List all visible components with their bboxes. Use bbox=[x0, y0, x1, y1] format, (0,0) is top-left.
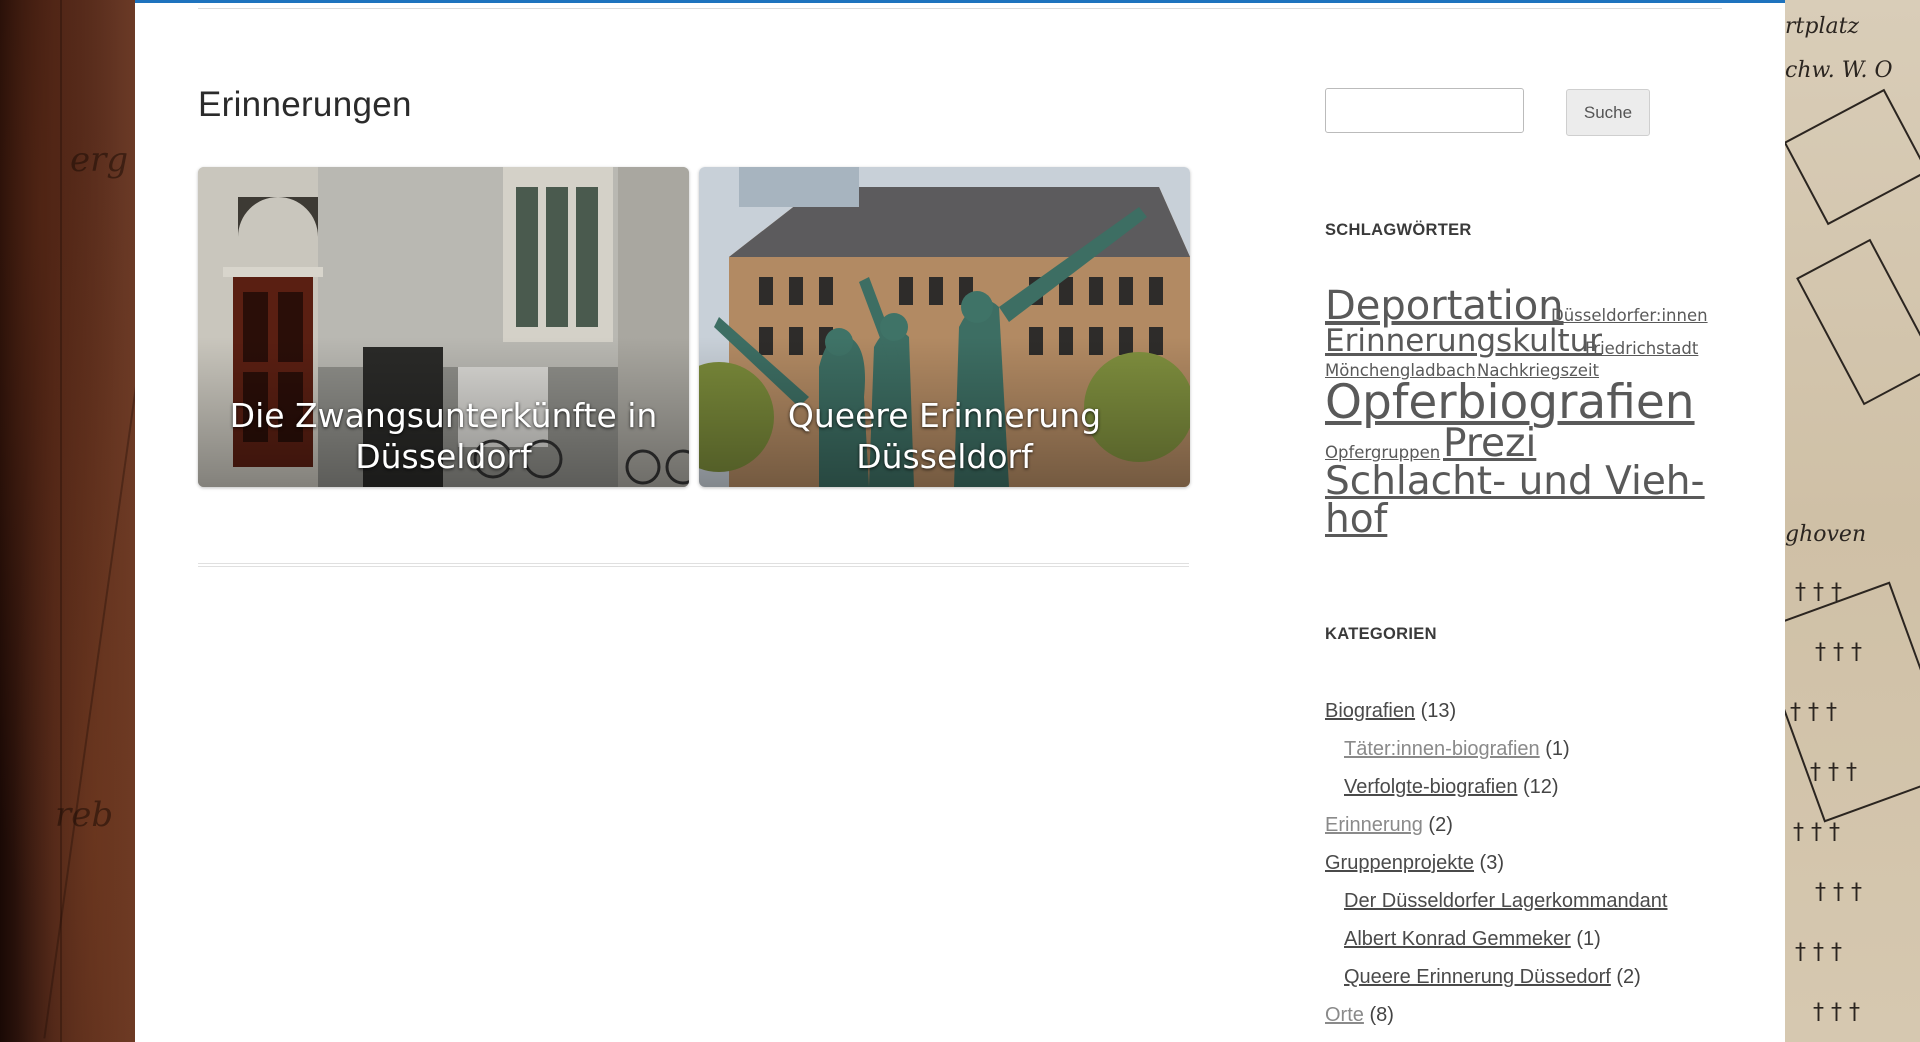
category-item: Täter:innen-biografien (1) bbox=[1344, 738, 1570, 761]
page-title: Erinnerungen bbox=[198, 85, 412, 124]
search-button[interactable]: Suche bbox=[1566, 89, 1650, 136]
category-count: (2) bbox=[1428, 814, 1453, 836]
map-cross: † † † bbox=[1795, 580, 1842, 605]
category-link-biografien[interactable]: Biografien bbox=[1325, 700, 1415, 722]
tag-link[interactable]: hof bbox=[1325, 497, 1387, 542]
category-count: (8) bbox=[1369, 1004, 1394, 1026]
tag-link[interactable]: Friedrichstadt bbox=[1585, 339, 1698, 358]
map-cross: † † † bbox=[1795, 940, 1842, 965]
map-cross: † † † bbox=[1815, 880, 1862, 905]
category-link-gemmeker[interactable]: Albert Konrad Gemmeker bbox=[1344, 928, 1571, 950]
category-link-lagerkommandant[interactable]: Der Düsseldorfer Lagerkommandant bbox=[1344, 890, 1668, 912]
category-item: Verfolgte-biografien (12) bbox=[1344, 776, 1559, 799]
category-item: Erinnerung (2) bbox=[1325, 814, 1453, 837]
category-count: (12) bbox=[1523, 776, 1559, 798]
map-label: reb bbox=[55, 795, 114, 835]
search-input[interactable] bbox=[1325, 88, 1524, 133]
caption-line: Queere Erinnerung bbox=[787, 396, 1102, 435]
map-label: chw. W. O bbox=[1785, 58, 1893, 83]
category-item: Gruppenprojekte (3) bbox=[1325, 852, 1504, 875]
map-cross: † † † bbox=[1815, 640, 1862, 665]
category-count: (1) bbox=[1545, 738, 1570, 760]
category-link-queere-erinnerung[interactable]: Queere Erinnerung Düssedorf bbox=[1344, 966, 1611, 988]
category-count: (13) bbox=[1420, 700, 1457, 722]
map-label: rtplatz bbox=[1785, 14, 1860, 39]
map-plot bbox=[1785, 88, 1920, 226]
card-caption: Queere Erinnerung Düsseldorf bbox=[699, 395, 1190, 477]
category-item: Queere Erinnerung Düssedorf (2) bbox=[1344, 966, 1641, 989]
card-caption: Die Zwangsunterkünfte in Düsseldorf bbox=[198, 395, 689, 477]
post-card-zwangsunterkuenfte[interactable]: Die Zwangsunterkünfte in Düsseldorf bbox=[198, 167, 689, 487]
caption-line: Düsseldorf bbox=[856, 437, 1033, 476]
category-link-erinnerung[interactable]: Erinnerung bbox=[1325, 814, 1423, 836]
page-container: Erinnerungen Die Zwangsunterkünfte in Dü… bbox=[135, 0, 1785, 1042]
map-line bbox=[43, 303, 135, 1039]
category-link-taeter-biografien[interactable]: Täter:innen-biografien bbox=[1344, 738, 1540, 760]
category-item: Albert Konrad Gemmeker (1) bbox=[1344, 928, 1601, 951]
map-label: ghoven bbox=[1785, 522, 1867, 547]
background-map-left: erg reb bbox=[0, 0, 135, 1042]
background-map-right: rtplatz chw. W. O ghoven † † † † † † † †… bbox=[1785, 0, 1920, 1042]
category-link-verfolgte-biografien[interactable]: Verfolgte-biografien bbox=[1344, 776, 1517, 798]
category-link-gruppenprojekte[interactable]: Gruppenprojekte bbox=[1325, 852, 1474, 874]
top-divider bbox=[198, 8, 1722, 9]
category-count: (2) bbox=[1616, 966, 1641, 988]
map-label: erg bbox=[70, 140, 129, 180]
category-link-orte[interactable]: Orte bbox=[1325, 1004, 1364, 1026]
map-cross: † † † bbox=[1813, 1000, 1860, 1025]
category-item: Orte (8) bbox=[1325, 1004, 1394, 1027]
post-card-queere-erinnerung[interactable]: Queere Erinnerung Düsseldorf bbox=[699, 167, 1190, 487]
caption-line: Die Zwangsunterkünfte in bbox=[229, 396, 658, 435]
content-divider bbox=[198, 563, 1189, 567]
map-line bbox=[60, 0, 62, 1042]
map-plot bbox=[1796, 238, 1920, 406]
category-count: (3) bbox=[1479, 852, 1504, 874]
category-count: (1) bbox=[1576, 928, 1601, 950]
category-item: Der Düsseldorfer Lagerkommandant bbox=[1344, 890, 1668, 913]
map-cross: † † † bbox=[1810, 760, 1857, 785]
categories-widget-title: KATEGORIEN bbox=[1325, 625, 1437, 643]
tag-link[interactable]: Erinnerungskultur bbox=[1325, 323, 1602, 359]
tags-widget-title: SCHLAGWÖRTER bbox=[1325, 221, 1472, 239]
map-cross: † † † bbox=[1790, 700, 1837, 725]
caption-line: Düsseldorf bbox=[355, 437, 532, 476]
map-cross: † † † bbox=[1793, 820, 1840, 845]
category-item: Biografien (13) bbox=[1325, 700, 1456, 723]
